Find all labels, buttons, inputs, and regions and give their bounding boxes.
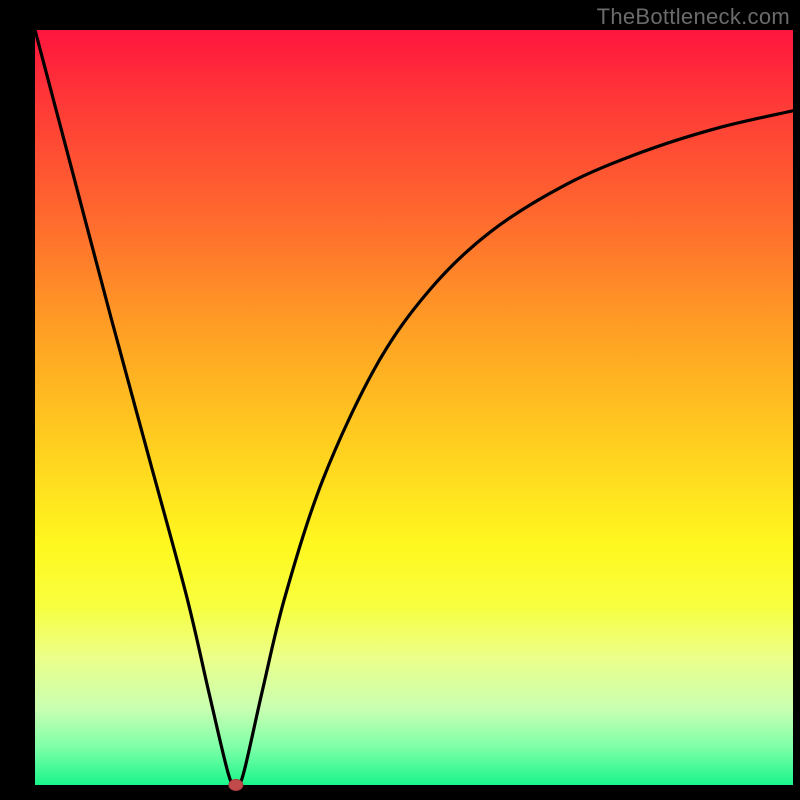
plot-background-gradient	[35, 30, 793, 785]
chart-frame: { "watermark": "TheBottleneck.com", "can…	[0, 0, 800, 800]
chart-svg	[0, 0, 800, 800]
watermark-text: TheBottleneck.com	[597, 4, 790, 30]
minimum-marker	[229, 780, 243, 791]
